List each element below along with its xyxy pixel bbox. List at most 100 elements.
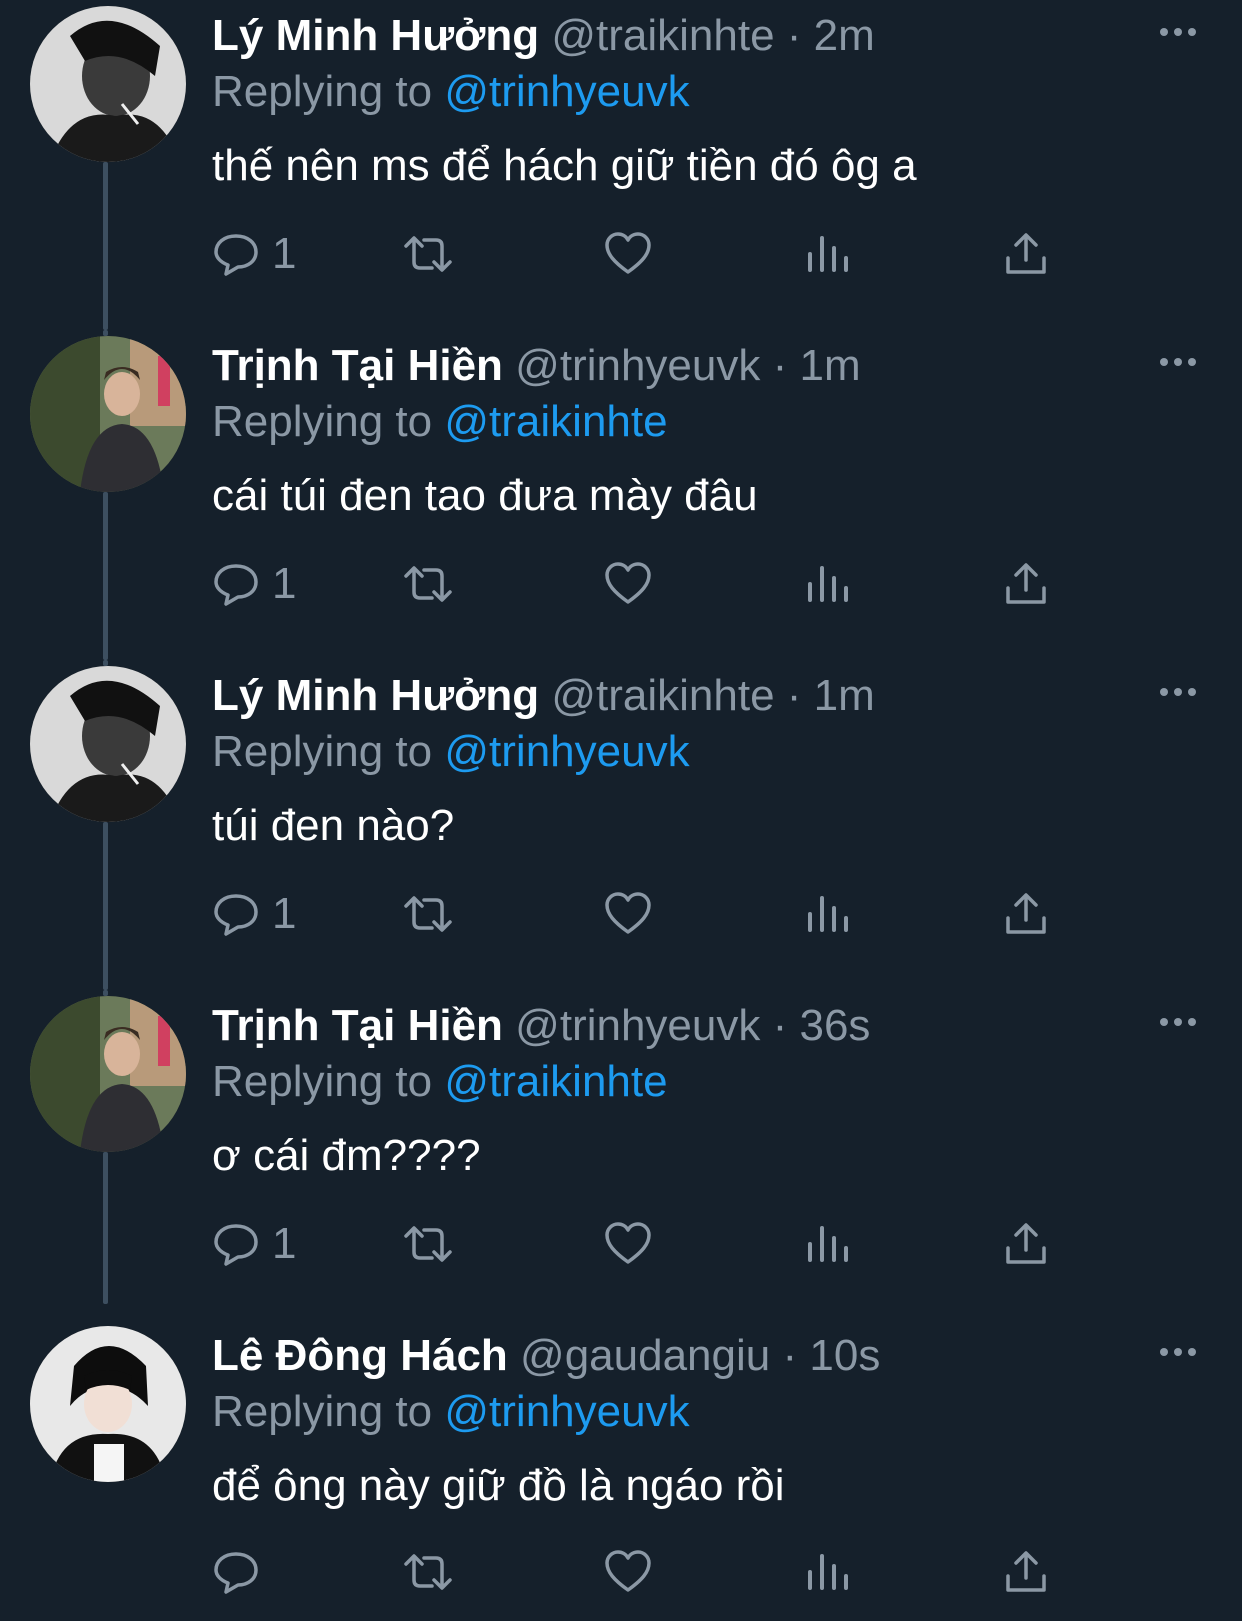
like-button[interactable] [604, 556, 652, 612]
thread-line [103, 492, 108, 660]
retweet-button[interactable] [404, 1216, 452, 1272]
tweet[interactable]: Lý Minh Hưởng @traikinhte · 2m Replying … [0, 0, 1242, 330]
tweet-header: Lê Đông Hách @gaudangiu · 10s [212, 1328, 880, 1384]
display-name[interactable]: Trịnh Tại Hiền [212, 1001, 503, 1050]
thread-line [103, 822, 108, 990]
mention-link[interactable]: @trinhyeuvk [444, 67, 689, 116]
retweet-button[interactable] [404, 886, 452, 942]
share-button[interactable] [1002, 226, 1050, 282]
separator: · [772, 341, 788, 390]
analytics-icon [808, 1226, 848, 1262]
views-button[interactable] [804, 226, 852, 282]
timestamp[interactable]: 1m [799, 341, 860, 390]
timestamp[interactable]: 2m [814, 11, 875, 60]
views-button[interactable] [804, 1544, 852, 1600]
tweet[interactable]: Lê Đông Hách @gaudangiu · 10s Replying t… [0, 1320, 1242, 1621]
reply-icon [214, 1224, 258, 1266]
more-icon[interactable] [1158, 682, 1198, 702]
tweet-header: Lý Minh Hưởng @traikinhte · 1m [212, 668, 875, 724]
views-button[interactable] [804, 886, 852, 942]
action-bar: 1 [212, 1216, 1092, 1272]
reply-button[interactable]: 1 [212, 226, 296, 282]
tweet-text: thế nên ms để hách giữ tiền đó ôg a [212, 141, 917, 190]
user-handle[interactable]: @gaudangiu [520, 1331, 770, 1380]
like-button[interactable] [604, 226, 652, 282]
like-button[interactable] [604, 886, 652, 942]
mention-link[interactable]: @traikinhte [444, 1057, 667, 1106]
tweet-header: Lý Minh Hưởng @traikinhte · 2m [212, 8, 875, 64]
share-icon [1006, 563, 1046, 604]
more-icon[interactable] [1158, 22, 1198, 42]
retweet-button[interactable] [404, 1544, 452, 1600]
retweet-icon [404, 236, 452, 272]
more-icon[interactable] [1158, 1342, 1198, 1362]
tweet-header: Trịnh Tại Hiền @trinhyeuvk · 1m [212, 338, 861, 394]
like-button[interactable] [604, 1544, 652, 1600]
tweet[interactable]: Trịnh Tại Hiền @trinhyeuvk · 1m Replying… [0, 330, 1242, 660]
replying-label: Replying to [212, 397, 433, 446]
avatar[interactable] [30, 996, 186, 1152]
thread-line [103, 162, 108, 330]
separator: · [772, 1001, 788, 1050]
share-icon [1006, 893, 1046, 934]
reply-icon [214, 564, 258, 606]
replying-to: Replying to @trinhyeuvk [212, 724, 690, 780]
replying-to: Replying to @trinhyeuvk [212, 64, 690, 120]
tweet-text: ơ cái đm???? [212, 1131, 481, 1180]
reply-button[interactable]: 1 [212, 886, 296, 942]
replying-label: Replying to [212, 727, 433, 776]
tweet[interactable]: Trịnh Tại Hiền @trinhyeuvk · 36s Replyin… [0, 990, 1242, 1320]
mention-link[interactable]: @trinhyeuvk [444, 727, 689, 776]
more-icon[interactable] [1158, 1012, 1198, 1032]
share-icon [1006, 1551, 1046, 1592]
action-bar: 1 [212, 886, 1092, 942]
tweet-text: cái túi đen tao đưa mày đâu [212, 471, 758, 520]
avatar[interactable] [30, 666, 186, 822]
reply-button[interactable]: 1 [212, 1216, 296, 1272]
timestamp[interactable]: 10s [809, 1331, 880, 1380]
share-button[interactable] [1002, 556, 1050, 612]
share-button[interactable] [1002, 886, 1050, 942]
analytics-icon [808, 236, 848, 272]
replying-label: Replying to [212, 67, 433, 116]
timestamp[interactable]: 36s [799, 1001, 870, 1050]
user-handle[interactable]: @traikinhte [551, 671, 774, 720]
views-button[interactable] [804, 1216, 852, 1272]
views-button[interactable] [804, 556, 852, 612]
reply-icon [214, 234, 258, 276]
retweet-button[interactable] [404, 226, 452, 282]
display-name[interactable]: Trịnh Tại Hiền [212, 341, 503, 390]
mention-link[interactable]: @traikinhte [444, 397, 667, 446]
replying-to: Replying to @traikinhte [212, 394, 668, 450]
user-handle[interactable]: @trinhyeuvk [515, 1001, 760, 1050]
heart-icon [605, 1550, 651, 1592]
display-name[interactable]: Lý Minh Hưởng [212, 11, 539, 60]
separator: · [782, 1331, 798, 1380]
replying-label: Replying to [212, 1387, 433, 1436]
analytics-icon [808, 566, 848, 602]
avatar[interactable] [30, 6, 186, 162]
reply-button[interactable]: 1 [212, 556, 296, 612]
display-name[interactable]: Lê Đông Hách [212, 1331, 508, 1380]
share-button[interactable] [1002, 1216, 1050, 1272]
separator: · [786, 11, 802, 60]
retweet-icon [404, 896, 452, 932]
retweet-icon [404, 1554, 452, 1590]
action-bar [212, 1544, 1092, 1600]
timestamp[interactable]: 1m [814, 671, 875, 720]
display-name[interactable]: Lý Minh Hưởng [212, 671, 539, 720]
retweet-button[interactable] [404, 556, 452, 612]
share-button[interactable] [1002, 1544, 1050, 1600]
avatar[interactable] [30, 1326, 186, 1482]
user-handle[interactable]: @trinhyeuvk [515, 341, 760, 390]
user-handle[interactable]: @traikinhte [551, 11, 774, 60]
like-button[interactable] [604, 1216, 652, 1272]
reply-button[interactable] [212, 1544, 272, 1600]
mention-link[interactable]: @trinhyeuvk [444, 1387, 689, 1436]
heart-icon [605, 562, 651, 604]
tweet-text: túi đen nào? [212, 801, 455, 850]
reply-count: 1 [272, 889, 297, 938]
more-icon[interactable] [1158, 352, 1198, 372]
tweet[interactable]: Lý Minh Hưởng @traikinhte · 1m Replying … [0, 660, 1242, 990]
avatar[interactable] [30, 336, 186, 492]
